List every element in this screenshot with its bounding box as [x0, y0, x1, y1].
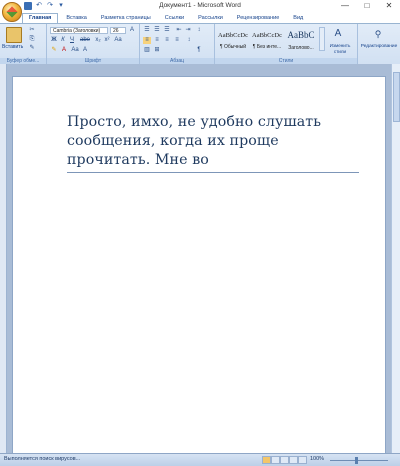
office-button[interactable] — [2, 2, 22, 22]
zoom-slider-track[interactable] — [330, 460, 388, 461]
quick-access-toolbar: ↶ ↷ ▾ — [24, 2, 65, 10]
format-painter-icon[interactable]: ✎ — [28, 45, 36, 52]
tab-mailings[interactable]: Рассылки — [192, 13, 229, 23]
style-heading-sample: AaBbC — [287, 30, 315, 40]
line-spacing-icon[interactable]: ↕ — [185, 37, 193, 44]
style-normal[interactable]: AaBbCcDc ¶ Обычный — [217, 26, 249, 52]
font-size-icon[interactable]: Aa — [71, 47, 79, 54]
tab-review[interactable]: Рецензирование — [231, 13, 285, 23]
document-text[interactable]: Просто, имхо, не удобно слушать сообщени… — [67, 113, 359, 170]
tab-page-layout[interactable]: Разметка страницы — [95, 13, 157, 23]
clipboard-group: Вставить ✂ ⎘ ✎ Буфер обме... — [0, 24, 47, 65]
print-layout-view-icon[interactable] — [262, 456, 271, 464]
subscript-icon[interactable]: x₂ — [94, 37, 102, 44]
style-normal-sample: AaBbCcDc — [218, 32, 248, 39]
heading-underline — [67, 172, 359, 173]
copy-icon[interactable]: ⎘ — [28, 36, 36, 43]
zoom-slider-knob[interactable] — [355, 457, 358, 464]
styles-group: AaBbCcDc ¶ Обычный AaBbCcDc ¶ Без инте..… — [215, 24, 358, 65]
scrollbar-thumb[interactable] — [393, 72, 400, 122]
multilevel-list-icon[interactable]: ☰ — [163, 27, 171, 34]
align-center-icon[interactable]: ≡ — [153, 37, 161, 44]
borders-icon[interactable]: ⊞ — [153, 47, 161, 54]
style-heading[interactable]: AaBbC Заголово... — [285, 26, 317, 52]
draft-view-icon[interactable] — [298, 456, 307, 464]
paste-icon[interactable] — [6, 27, 22, 43]
sort-icon[interactable]: ↕ — [195, 27, 203, 34]
justify-icon[interactable]: ≡ — [173, 37, 181, 44]
align-right-icon[interactable]: ≡ — [163, 37, 171, 44]
ribbon-tabs: Главная Вставка Разметка страницы Ссылки… — [22, 13, 309, 23]
change-case-icon[interactable]: Aa — [114, 37, 122, 44]
minimize-button[interactable]: — — [334, 0, 356, 12]
close-button[interactable]: ✕ — [378, 0, 400, 12]
editing-button[interactable]: Редактирование — [358, 44, 400, 49]
zoom-level[interactable]: 100% — [310, 456, 324, 462]
italic-button[interactable]: К — [59, 37, 67, 44]
show-marks-icon[interactable]: ¶ — [195, 47, 203, 54]
tab-references[interactable]: Ссылки — [159, 13, 190, 23]
change-styles-icon[interactable]: A — [332, 28, 344, 40]
paste-button-label[interactable]: Вставить — [2, 44, 23, 50]
status-text: Выполняется поиск вирусов... — [4, 456, 81, 462]
document-page[interactable]: Просто, имхо, не удобно слушать сообщени… — [12, 76, 386, 455]
change-styles-button[interactable]: Изменить стили — [325, 43, 355, 55]
style-no-spacing[interactable]: AaBbCcDc ¶ Без инте... — [251, 26, 283, 52]
style-no-spacing-sample: AaBbCcDc — [252, 32, 282, 39]
style-no-spacing-name: ¶ Без инте... — [252, 44, 282, 50]
outline-view-icon[interactable] — [289, 456, 298, 464]
font-group: Cambria (Заголовки) 26 A Ж К Ч abe x₂ x²… — [47, 24, 140, 65]
font-size-combo[interactable]: 26 — [110, 27, 126, 34]
redo-icon[interactable]: ↷ — [46, 2, 54, 10]
binoculars-icon[interactable]: ⚲ — [372, 28, 384, 40]
style-heading-name: Заголово... — [288, 45, 314, 51]
vertical-scrollbar[interactable] — [391, 64, 400, 453]
bullets-icon[interactable]: ☰ — [143, 27, 151, 34]
bold-button[interactable]: Ж — [50, 37, 58, 44]
undo-icon[interactable]: ↶ — [35, 2, 43, 10]
tab-home[interactable]: Главная — [22, 13, 59, 23]
grow-font-icon[interactable]: A — [128, 27, 136, 34]
qat-customize-icon[interactable]: ▾ — [57, 2, 65, 10]
maximize-button[interactable]: □ — [356, 0, 378, 12]
align-left-icon[interactable]: ≡ — [143, 37, 151, 44]
strikethrough-button[interactable]: abe — [79, 37, 91, 44]
highlight-icon[interactable]: ✎ — [50, 47, 58, 54]
numbering-icon[interactable]: ☰ — [153, 27, 161, 34]
underline-button[interactable]: Ч — [68, 37, 76, 44]
save-icon[interactable] — [24, 2, 32, 10]
paragraph-group: ☰ ☰ ☰ ⇤ ⇥ ↕ ≡ ≡ ≡ ≡ ↕ ▥ ⊞ ¶ Абзац — [140, 24, 215, 65]
ribbon: Вставить ✂ ⎘ ✎ Буфер обме... Cambria (За… — [0, 23, 400, 66]
superscript-icon[interactable]: x² — [103, 37, 111, 44]
tab-insert[interactable]: Вставка — [60, 13, 92, 23]
style-normal-name: ¶ Обычный — [219, 44, 247, 50]
vertical-ruler — [0, 64, 7, 453]
clear-format-icon[interactable]: A — [81, 47, 89, 54]
font-color-icon[interactable]: A — [60, 47, 68, 54]
tab-view[interactable]: Вид — [287, 13, 309, 23]
increase-indent-icon[interactable]: ⇥ — [184, 27, 192, 34]
font-name-combo[interactable]: Cambria (Заголовки) — [50, 27, 108, 34]
office-logo-icon — [6, 6, 18, 18]
cut-icon[interactable]: ✂ — [28, 27, 36, 34]
web-layout-view-icon[interactable] — [280, 456, 289, 464]
status-bar: Выполняется поиск вирусов... 100% — [0, 453, 400, 466]
decrease-indent-icon[interactable]: ⇤ — [175, 27, 183, 34]
editing-group: ⚲ Редактирование — [358, 24, 400, 65]
shading-icon[interactable]: ▥ — [143, 47, 151, 54]
full-screen-view-icon[interactable] — [271, 456, 280, 464]
